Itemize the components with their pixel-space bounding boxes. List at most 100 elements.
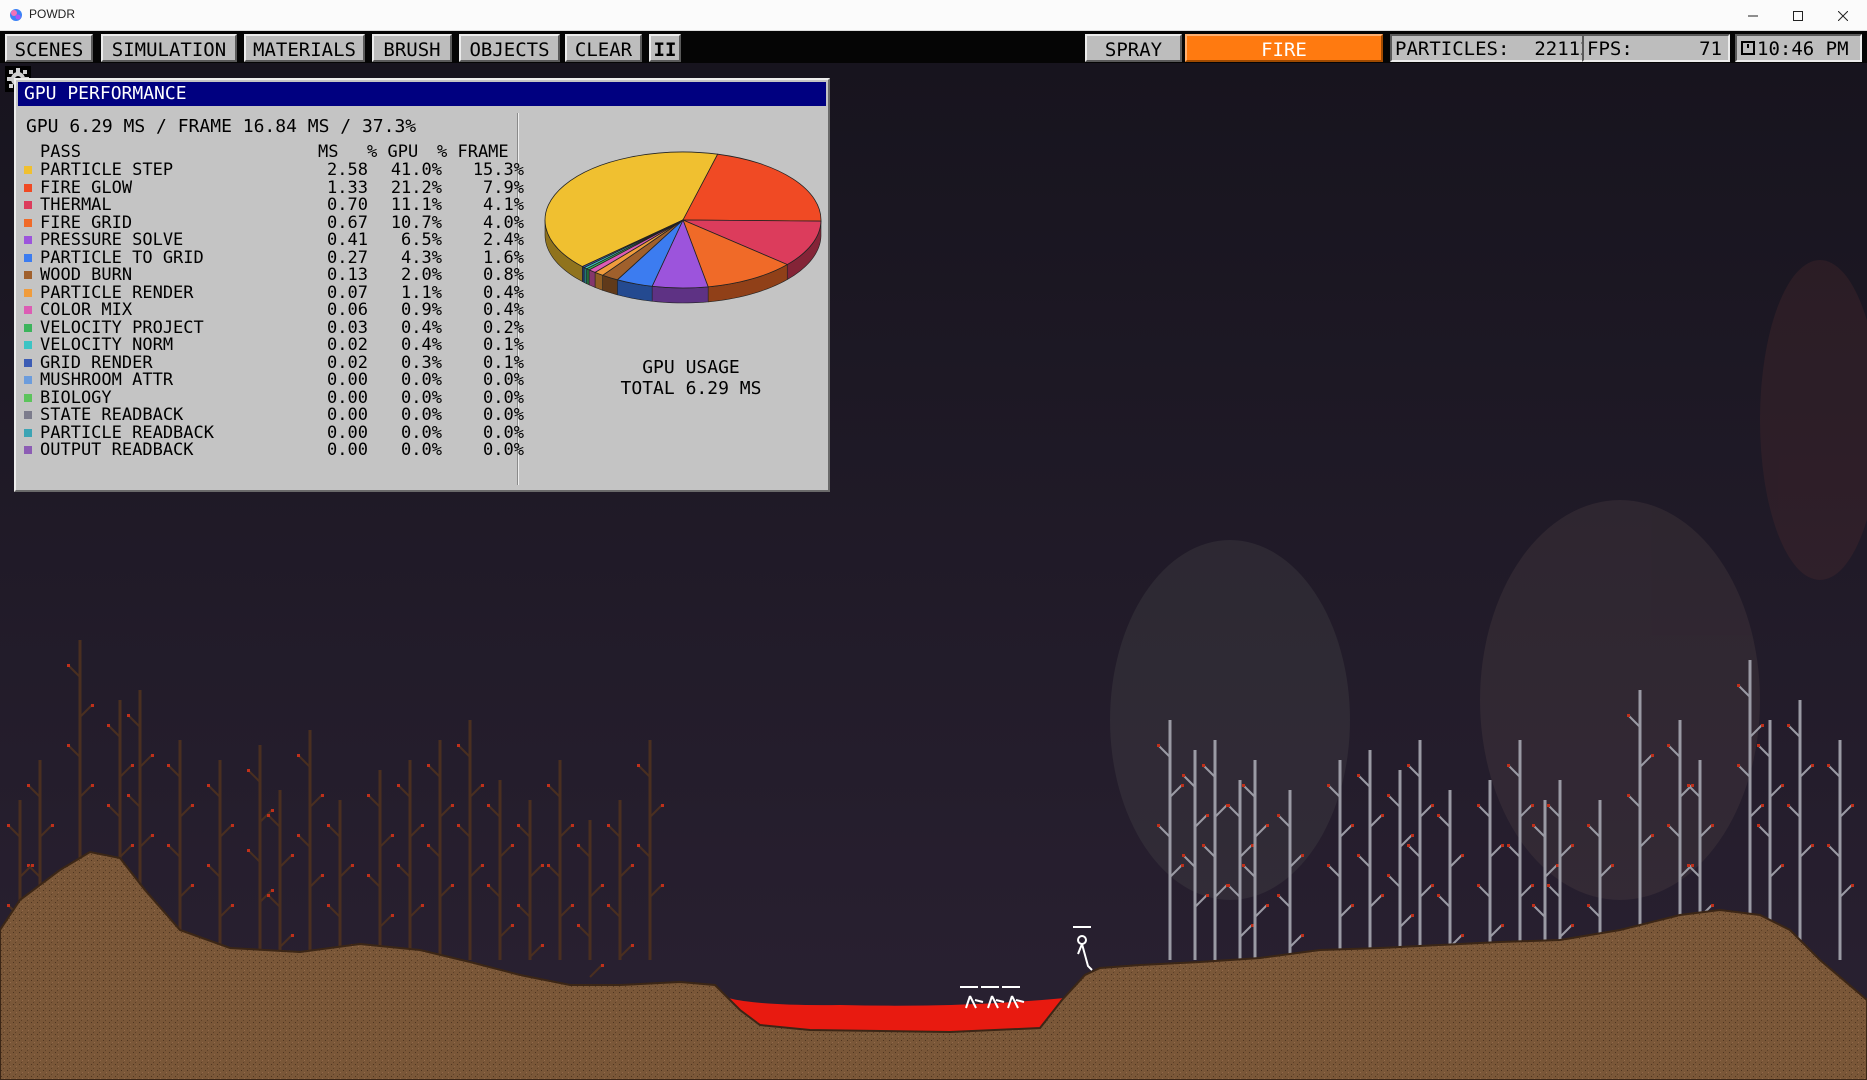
- ember: [1827, 764, 1830, 767]
- ember: [397, 864, 400, 867]
- ember: [247, 769, 250, 772]
- ember: [367, 794, 370, 797]
- ember: [607, 904, 610, 907]
- pass-color-swatch: [24, 183, 32, 192]
- pass-row: FIRE GLOW 1.33 21.2% 7.9%: [24, 178, 524, 198]
- pass-name: OUTPUT READBACK: [40, 440, 194, 460]
- ember: [1431, 804, 1434, 807]
- ember: [1587, 904, 1590, 907]
- ember: [1627, 714, 1630, 717]
- ember: [571, 824, 574, 827]
- pass-row: OUTPUT READBACK 0.00 0.0% 0.0%: [24, 440, 524, 460]
- ember: [191, 804, 194, 807]
- pass-color-swatch: [24, 341, 32, 349]
- ember: [1757, 824, 1760, 827]
- ember: [1737, 764, 1740, 767]
- pass-color-swatch: [24, 376, 32, 384]
- fire-material-button[interactable]: FIRE: [1185, 34, 1383, 62]
- ember: [321, 794, 324, 797]
- ember: [1381, 894, 1384, 897]
- ember: [1687, 864, 1690, 867]
- pass-color-swatch: [24, 428, 32, 437]
- ember: [91, 784, 94, 787]
- minimize-icon: [1747, 15, 1758, 16]
- ember: [1411, 914, 1414, 917]
- pass-color-swatch: [24, 271, 32, 279]
- ember: [571, 904, 574, 907]
- window-title: POWDR: [29, 7, 75, 21]
- close-icon: [1837, 10, 1848, 21]
- ember: [7, 824, 10, 827]
- ember: [1711, 824, 1714, 827]
- ember: [1477, 884, 1480, 887]
- ember: [631, 864, 634, 867]
- materials-button[interactable]: MATERIALS: [244, 34, 365, 62]
- gpu-panel-title: GPU PERFORMANCE: [24, 83, 187, 104]
- ember: [7, 904, 10, 907]
- ember: [1787, 804, 1790, 807]
- ember: [1461, 854, 1464, 857]
- pie-side-color-mix: [588, 269, 596, 288]
- pass-color-swatch: [24, 236, 32, 244]
- ember: [511, 844, 514, 847]
- pass-color-swatch: [24, 201, 32, 209]
- ember: [451, 884, 454, 887]
- maximize-icon: [1792, 10, 1803, 21]
- objects-button[interactable]: OBJECTS: [459, 34, 560, 62]
- simulation-button[interactable]: SIMULATION: [101, 34, 237, 62]
- pause-button[interactable]: II: [649, 34, 681, 62]
- ember: [327, 824, 330, 827]
- ember: [1411, 834, 1414, 837]
- close-button[interactable]: [1820, 0, 1865, 31]
- fps-value: 71: [1699, 38, 1722, 60]
- pass-row: PARTICLE READBACK 0.00 0.0% 0.0%: [24, 423, 524, 443]
- pass-row: PRESSURE SOLVE 0.41 6.5% 2.4%: [24, 230, 524, 250]
- ember: [31, 864, 34, 867]
- pass-color-swatch: [24, 323, 32, 332]
- clear-button[interactable]: CLEAR: [565, 34, 642, 62]
- ember: [1827, 844, 1830, 847]
- ember: [1206, 894, 1209, 897]
- pass-row: THERMAL 0.70 11.1% 4.1%: [24, 195, 524, 215]
- ember: [131, 844, 134, 847]
- header-gpu: % GPU: [367, 142, 419, 162]
- ember: [321, 874, 324, 877]
- ember: [1571, 844, 1574, 847]
- ember: [637, 844, 640, 847]
- gpu-panel-titlebar[interactable]: GPU PERFORMANCE: [18, 82, 826, 106]
- ember: [1687, 784, 1690, 787]
- ember: [1851, 884, 1854, 887]
- ember: [191, 884, 194, 887]
- ember: [1547, 884, 1550, 887]
- ember: [457, 824, 460, 827]
- ember: [1277, 814, 1280, 817]
- scenes-button[interactable]: SCENES: [5, 34, 93, 62]
- pass-color-swatch: [24, 218, 32, 227]
- ember: [487, 884, 490, 887]
- ember: [427, 844, 430, 847]
- ember: [1327, 864, 1330, 867]
- pass-row: PARTICLE RENDER 0.07 1.1% 0.4%: [24, 283, 524, 303]
- ember: [637, 764, 640, 767]
- pass-gpu-percent: 0.0%: [401, 440, 442, 460]
- pass-ms: 0.00: [327, 440, 368, 460]
- ember: [351, 864, 354, 867]
- maximize-button[interactable]: [1775, 0, 1820, 31]
- brush-button[interactable]: BRUSH: [372, 34, 452, 62]
- ember: [107, 804, 110, 807]
- ember: [1387, 874, 1390, 877]
- ember: [517, 824, 520, 827]
- ember: [27, 784, 30, 787]
- ember: [1202, 844, 1205, 847]
- ember: [267, 814, 270, 817]
- ember: [1811, 844, 1814, 847]
- ember: [1571, 924, 1574, 927]
- ember: [1761, 724, 1764, 727]
- ember: [297, 754, 300, 757]
- ember: [1301, 934, 1304, 937]
- spray-mode-button[interactable]: SPRAY: [1085, 34, 1182, 62]
- ember: [1431, 884, 1434, 887]
- ember: [327, 904, 330, 907]
- ember: [1507, 764, 1510, 767]
- minimize-button[interactable]: [1730, 0, 1775, 31]
